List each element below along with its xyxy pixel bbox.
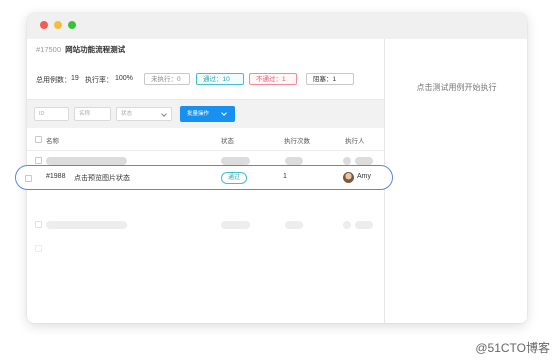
case-id: #1988 xyxy=(46,173,66,180)
blocked-filter-chip[interactable]: 阻塞：1 xyxy=(306,73,354,85)
maximize-window-button[interactable] xyxy=(68,21,76,29)
minimize-window-button[interactable] xyxy=(54,21,62,29)
row-executor-skeleton xyxy=(355,221,373,229)
status-filter-select[interactable]: 状态 xyxy=(116,107,172,121)
bulk-action-button[interactable]: 批量操作 xyxy=(180,106,235,122)
row-checkbox[interactable] xyxy=(35,245,42,252)
stats-bar: 总用例数： 19 执行率： 100% 未执行：0 通过：10 不通过：1 阻塞：… xyxy=(36,73,376,86)
row-count-skeleton xyxy=(285,157,303,165)
failed-filter-chip[interactable]: 不通过：1 xyxy=(249,73,297,85)
row-avatar-skeleton xyxy=(343,157,351,165)
selected-table-row[interactable]: #1988 点击预览图片状态 通过 1 Amy xyxy=(15,165,393,190)
row-checkbox[interactable] xyxy=(25,175,32,182)
passed-filter-chip[interactable]: 通过：10 xyxy=(196,73,244,85)
bulk-action-label: 批量操作 xyxy=(187,111,210,117)
total-cases-label: 总用例数： xyxy=(36,77,71,84)
execution-count: 1 xyxy=(283,173,287,180)
row-count-skeleton xyxy=(285,221,303,229)
case-name: 点击预览图片状态 xyxy=(74,175,130,182)
watermark: @51CTO博客 xyxy=(475,341,550,355)
close-window-button[interactable] xyxy=(40,21,48,29)
not-run-filter-chip[interactable]: 未执行：0 xyxy=(144,73,190,85)
row-name-skeleton xyxy=(46,157,127,165)
task-name: 网站功能流程测试 xyxy=(65,45,126,54)
id-filter-input[interactable]: ID xyxy=(34,107,69,121)
row-checkbox[interactable] xyxy=(35,221,42,228)
filter-bar: ID 名称 状态 批量操作 xyxy=(27,99,384,128)
avatar xyxy=(343,172,354,183)
exec-rate-value: 100% xyxy=(115,75,133,82)
total-cases-value: 19 xyxy=(71,75,79,82)
task-info: #17500 网站功能流程测试 xyxy=(36,45,125,55)
exec-rate-label: 执行率： xyxy=(85,77,113,84)
status-badge: 通过 xyxy=(221,172,248,184)
column-executor-header: 执行人 xyxy=(345,138,365,145)
row-executor-skeleton xyxy=(355,157,373,165)
column-name-header: 名称 xyxy=(46,138,59,145)
column-count-header: 执行次数 xyxy=(284,138,310,145)
column-status-header: 状态 xyxy=(221,138,234,145)
execution-panel: 点击测试用例开始执行 xyxy=(384,39,527,323)
row-avatar-skeleton xyxy=(343,221,351,229)
row-name-skeleton xyxy=(46,221,127,229)
start-execution-hint: 点击测试用例开始执行 xyxy=(416,83,497,92)
row-status-skeleton xyxy=(221,157,250,165)
name-filter-input[interactable]: 名称 xyxy=(74,107,111,121)
select-all-checkbox[interactable] xyxy=(35,136,42,143)
table-header: 名称 状态 执行次数 执行人 xyxy=(27,128,384,151)
title-bar xyxy=(27,13,527,39)
task-id: #17500 xyxy=(36,45,62,54)
executor-name: Amy xyxy=(357,173,371,180)
table-row[interactable] xyxy=(27,215,384,235)
table-row[interactable] xyxy=(27,239,384,259)
row-status-skeleton xyxy=(221,221,250,229)
chevron-down-icon xyxy=(221,110,227,116)
row-checkbox[interactable] xyxy=(35,157,42,164)
